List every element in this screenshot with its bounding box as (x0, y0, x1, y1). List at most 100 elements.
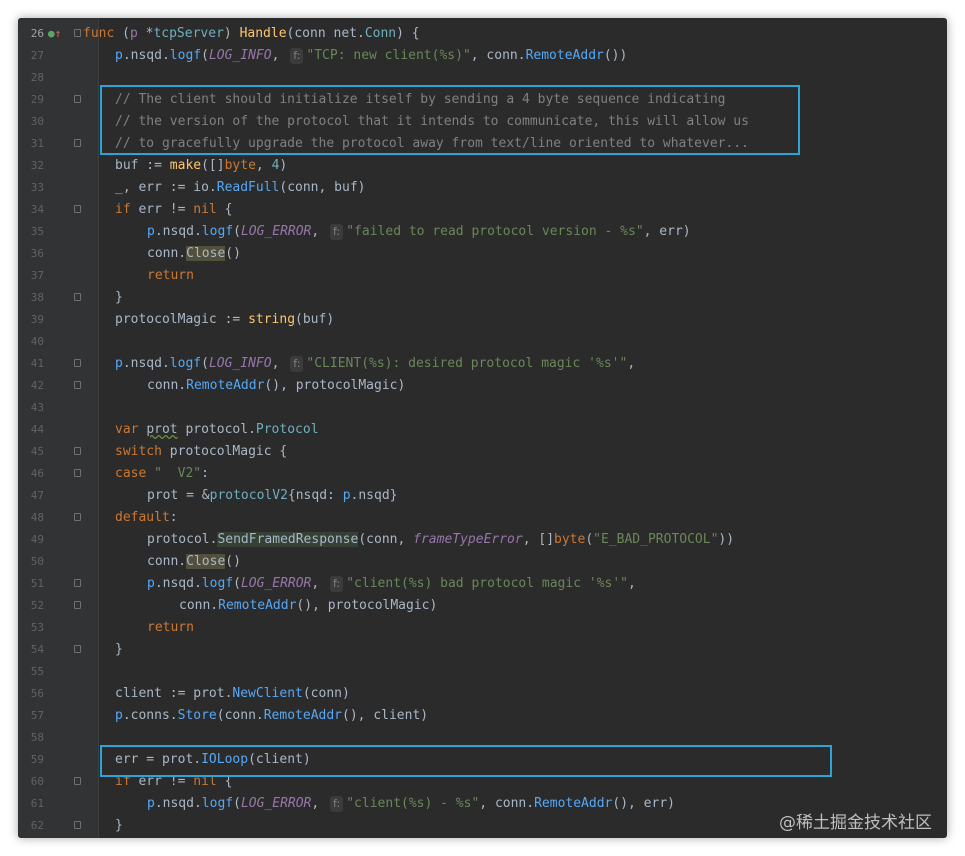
line-number[interactable]: 28 (22, 67, 44, 89)
line-number[interactable]: 51 (22, 573, 44, 595)
line-number[interactable]: 48 (22, 507, 44, 529)
line-number[interactable]: 41 (22, 353, 44, 375)
line-number[interactable]: 46 (22, 463, 44, 485)
fold-marker-icon[interactable] (74, 205, 81, 213)
code-line[interactable]: 45 switch protocolMagic { (18, 441, 947, 463)
fold-marker-icon[interactable] (74, 359, 81, 367)
code-line[interactable]: 33 _, err := io.ReadFull(conn, buf) (18, 177, 947, 199)
line-number[interactable]: 47 (22, 485, 44, 507)
code-line[interactable]: 51 p.nsqd.logf(LOG_ERROR, f: "client(%s) b… (18, 573, 947, 595)
code-line[interactable]: 56 client := prot.NewClient(conn) (18, 683, 947, 705)
line-number[interactable]: 42 (22, 375, 44, 397)
fold-marker-icon[interactable] (74, 777, 81, 785)
code-line[interactable]: 41 p.nsqd.logf(LOG_INFO, f: "CLIENT(%s): d… (18, 353, 947, 375)
code-line[interactable]: 47 prot = &protocolV2{nsqd: p.nsqd} (18, 485, 947, 507)
code-token: switch (115, 444, 170, 459)
code-line[interactable]: 49 protocol.SendFramedResponse(conn, fram… (18, 529, 947, 551)
code-line[interactable]: 44 var prot protocol.Protocol (18, 419, 947, 441)
line-number[interactable]: 40 (22, 331, 44, 353)
line-number[interactable]: 50 (22, 551, 44, 573)
code-token: LOG_ERROR (240, 224, 312, 239)
implements-icon[interactable]: ●↑ (48, 23, 61, 45)
line-number[interactable]: 31 (22, 133, 44, 155)
line-number[interactable]: 29 (22, 89, 44, 111)
code-text: return (147, 617, 194, 639)
line-number[interactable]: 62 (22, 815, 44, 837)
code-line[interactable]: 55 (18, 661, 947, 683)
line-number[interactable]: 32 (22, 155, 44, 177)
line-number[interactable]: 34 (22, 199, 44, 221)
code-line[interactable]: 40 (18, 331, 947, 353)
code-line[interactable]: 37 return (18, 265, 947, 287)
code-token: buf := (115, 158, 170, 173)
code-token: return (147, 268, 194, 283)
fold-marker-icon[interactable] (74, 821, 81, 829)
code-token: .nsqd. (154, 796, 202, 811)
code-line[interactable]: 46 case " V2": (18, 463, 947, 485)
fold-marker-icon[interactable] (74, 381, 81, 389)
code-line[interactable]: 53 return (18, 617, 947, 639)
line-number[interactable]: 35 (22, 221, 44, 243)
code-text: conn.RemoteAddr(), protocolMagic) (147, 375, 405, 397)
line-number[interactable]: 43 (22, 397, 44, 419)
code-line[interactable]: 36 conn.Close() (18, 243, 947, 265)
code-line[interactable]: 34 if err != nil { (18, 199, 947, 221)
code-token: (), protocolMagic) (296, 598, 438, 613)
line-number[interactable]: 56 (22, 683, 44, 705)
code-line[interactable]: 32 buf := make([]byte, 4) (18, 155, 947, 177)
line-number[interactable]: 27 (22, 45, 44, 67)
line-number[interactable]: 44 (22, 419, 44, 441)
line-number[interactable]: 49 (22, 529, 44, 551)
line-number[interactable]: 26 (22, 23, 44, 45)
fold-marker-icon[interactable] (74, 139, 81, 147)
line-number[interactable]: 59 (22, 749, 44, 771)
fold-marker-icon[interactable] (74, 29, 81, 37)
code-line[interactable]: 39 protocolMagic := string(buf) (18, 309, 947, 331)
code-line[interactable]: 42 conn.RemoteAddr(), protocolMagic) (18, 375, 947, 397)
fold-marker-icon[interactable] (74, 95, 81, 103)
code-line[interactable]: 27 p.nsqd.logf(LOG_INFO, f: "TCP: new clie… (18, 45, 947, 67)
line-number[interactable]: 30 (22, 111, 44, 133)
code-token: RemoteAddr (186, 378, 265, 393)
line-number[interactable]: 45 (22, 441, 44, 463)
code-line[interactable]: 54} (18, 639, 947, 661)
line-number[interactable]: 36 (22, 243, 44, 265)
line-number[interactable]: 53 (22, 617, 44, 639)
code-text: } (115, 287, 123, 309)
fold-marker-icon[interactable] (74, 579, 81, 587)
code-line[interactable]: 52 conn.RemoteAddr(), protocolMagic) (18, 595, 947, 617)
parameter-hint: f: (330, 576, 344, 592)
line-number[interactable]: 57 (22, 705, 44, 727)
fold-marker-icon[interactable] (74, 513, 81, 521)
fold-marker-icon[interactable] (74, 293, 81, 301)
line-number[interactable]: 54 (22, 639, 44, 661)
line-number[interactable]: 58 (22, 727, 44, 749)
fold-marker-icon[interactable] (74, 601, 81, 609)
code-line[interactable]: 26 ●↑ func (p *tcpServer) Handle(conn net.… (18, 23, 947, 45)
fold-marker-icon[interactable] (74, 469, 81, 477)
code-line[interactable]: 50 conn.Close() (18, 551, 947, 573)
line-number[interactable]: 33 (22, 177, 44, 199)
code-token: "CLIENT(%s): desired protocol magic '%s'… (306, 356, 628, 371)
line-number[interactable]: 39 (22, 309, 44, 331)
fold-marker-icon[interactable] (74, 645, 81, 653)
line-number[interactable]: 52 (22, 595, 44, 617)
code-token: "E_BAD_PROTOCOL" (593, 532, 719, 547)
code-token: p (115, 356, 123, 371)
fold-marker-icon[interactable] (74, 447, 81, 455)
code-token: (conn, (358, 532, 414, 547)
line-number[interactable]: 37 (22, 265, 44, 287)
code-token: return (147, 620, 194, 635)
code-token: default (115, 510, 170, 525)
code-line[interactable]: 48 default: (18, 507, 947, 529)
code-token: client := prot. (115, 686, 233, 701)
code-line[interactable]: 38} (18, 287, 947, 309)
line-number[interactable]: 55 (22, 661, 44, 683)
line-number[interactable]: 38 (22, 287, 44, 309)
line-number[interactable]: 60 (22, 771, 44, 793)
code-line[interactable]: 57 p.conns.Store(conn.RemoteAddr(), clien… (18, 705, 947, 727)
code-line[interactable]: 35 p.nsqd.logf(LOG_ERROR, f: "failed to re… (18, 221, 947, 243)
code-line[interactable]: 43 (18, 397, 947, 419)
line-number[interactable]: 61 (22, 793, 44, 815)
code-token: (conn) (302, 686, 350, 701)
